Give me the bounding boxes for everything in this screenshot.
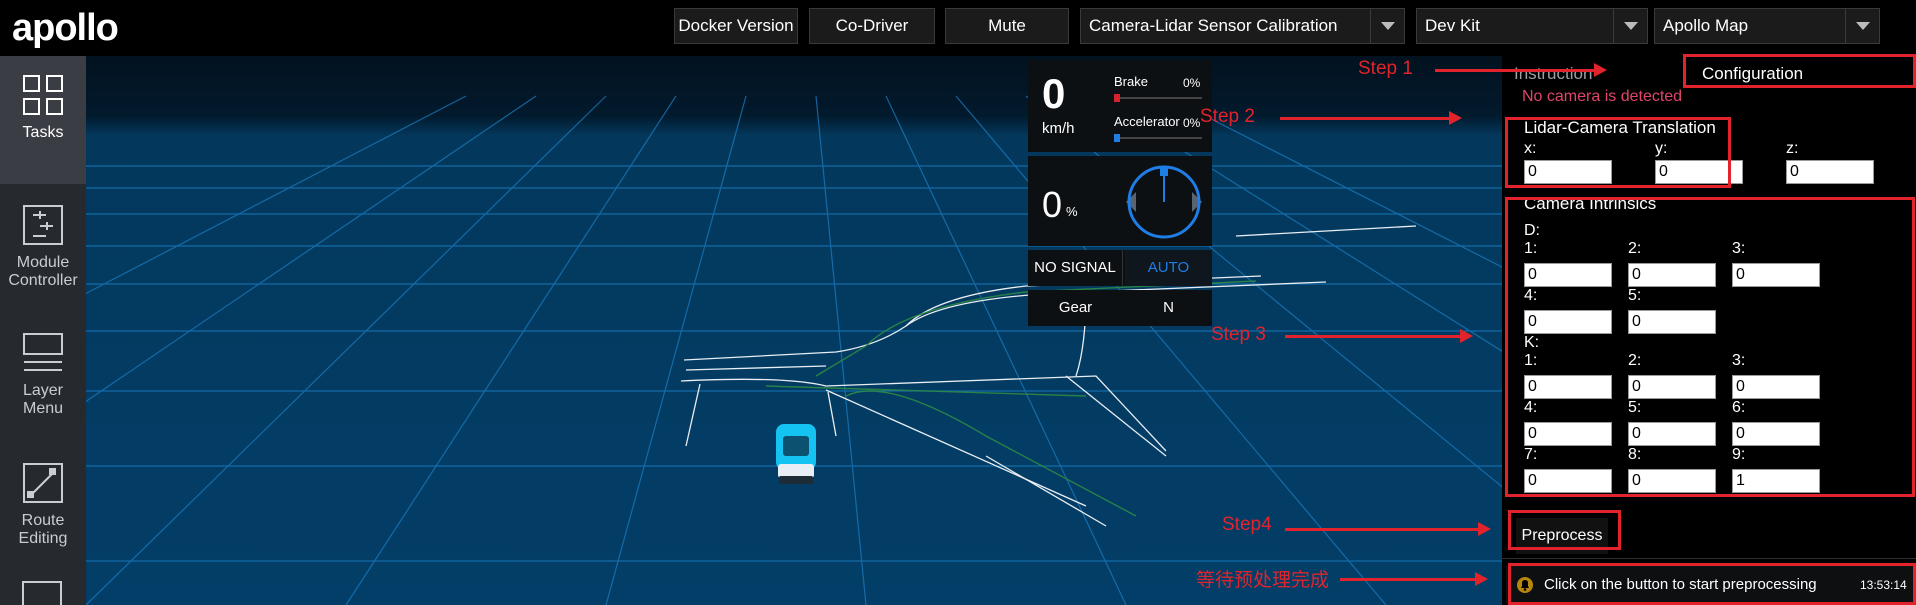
step4-arrow: [1285, 522, 1491, 536]
gear-label: Gear: [1058, 299, 1093, 316]
speed-unit: km/h: [1042, 120, 1075, 137]
step1-highlight-box: [1683, 54, 1916, 88]
brake-label: Brake: [1114, 74, 1148, 89]
ego-vehicle: [776, 424, 816, 484]
map-view-3d[interactable]: 0 km/h Brake 0% Accelerator 0% 0 % NO SI…: [86, 56, 1502, 605]
route-editing-icon: [23, 463, 63, 503]
logo-text: apollo: [12, 7, 118, 49]
sidebar-item-layer-menu[interactable]: Layer Menu: [0, 314, 86, 442]
apollo-logo: apollo: [12, 7, 119, 49]
sidebar-item-label: Menu: [22, 400, 64, 417]
chevron-down-icon: [1370, 9, 1404, 43]
scene-graphics: [86, 95, 1502, 605]
mode-select-value: Camera-Lidar Sensor Calibration: [1089, 16, 1338, 35]
sidebar: Tasks Module Controller Layer Menu Route: [0, 56, 86, 605]
gear-value: N: [1163, 299, 1174, 316]
steering-wheel-icon: [1126, 165, 1202, 239]
step4-highlight-box: [1508, 510, 1621, 550]
layer-menu-icon: [23, 333, 63, 371]
docker-version-button[interactable]: Docker Version: [674, 8, 798, 44]
waiting-arrow: [1340, 572, 1488, 586]
accelerator-bar-fill: [1114, 134, 1120, 142]
step1-annotation: Step 1: [1358, 58, 1413, 79]
sidebar-item-label: Module: [16, 254, 70, 271]
step3-annotation: Step 3: [1211, 324, 1266, 345]
tasks-grid-icon: [23, 75, 63, 115]
speed-value: 0: [1042, 70, 1066, 117]
step4-annotation: Step4: [1222, 514, 1272, 535]
step1-arrow: [1435, 63, 1607, 77]
sidebar-item-label: Route: [21, 512, 65, 529]
mode-select[interactable]: Camera-Lidar Sensor Calibration: [1080, 8, 1405, 44]
co-driver-button[interactable]: Co-Driver: [809, 8, 935, 44]
vehicle-select-value: Dev Kit: [1425, 16, 1480, 35]
brake-bar: [1114, 97, 1202, 99]
brake-percent: 0%: [1183, 76, 1201, 90]
sidebar-item-label: Editing: [18, 530, 68, 547]
sidebar-item-tasks[interactable]: Tasks: [0, 56, 86, 184]
sidebar-item-route-editing[interactable]: Route Editing: [0, 444, 86, 572]
speed-panel: 0 km/h Brake 0% Accelerator 0%: [1028, 60, 1212, 152]
steering-unit: %: [1066, 204, 1078, 219]
translation-z-input[interactable]: 0: [1786, 160, 1874, 184]
mute-button[interactable]: Mute: [945, 8, 1069, 44]
gear-panel: Gear N: [1028, 290, 1212, 326]
accelerator-percent: 0%: [1183, 116, 1201, 130]
step2-annotation: Step 2: [1200, 106, 1255, 127]
map-select[interactable]: Apollo Map: [1654, 8, 1880, 44]
steering-value: 0: [1042, 184, 1063, 225]
tab-instruction[interactable]: Instruction: [1514, 64, 1592, 84]
chevron-down-icon: [1613, 9, 1647, 43]
brake-bar-fill: [1114, 94, 1120, 102]
sidebar-more-icon[interactable]: [22, 581, 62, 605]
step3-arrow: [1285, 329, 1473, 343]
divider: [1502, 558, 1916, 559]
status-highlight-box: [1508, 563, 1916, 605]
steering-panel: 0 %: [1028, 156, 1212, 246]
z-label: z:: [1786, 140, 1799, 157]
drive-mode-badge[interactable]: AUTO: [1125, 250, 1212, 286]
step2-intrinsics-highlight-box: [1505, 197, 1915, 497]
sidebar-item-label: Controller: [8, 272, 78, 289]
step2-arrow: [1280, 111, 1462, 125]
waiting-annotation: 等待预处理完成: [1196, 570, 1330, 591]
signal-status: NO SIGNAL: [1028, 250, 1123, 286]
sidebar-item-label: Layer: [22, 382, 64, 399]
map-select-value: Apollo Map: [1663, 16, 1749, 35]
camera-warning: No camera is detected: [1522, 88, 1683, 105]
vehicle-select[interactable]: Dev Kit: [1416, 8, 1648, 44]
step2-highlight-box: [1505, 117, 1731, 188]
chevron-down-icon: [1845, 9, 1879, 43]
module-controller-icon: [23, 205, 63, 245]
accelerator-label: Accelerator: [1114, 114, 1180, 129]
signal-panel: NO SIGNAL AUTO: [1028, 250, 1212, 286]
accelerator-bar: [1114, 137, 1202, 139]
sidebar-item-module-controller[interactable]: Module Controller: [0, 186, 86, 314]
sidebar-item-label: Tasks: [22, 124, 64, 141]
top-bar: apollo Docker Version Co-Driver Mute Cam…: [0, 0, 1916, 56]
